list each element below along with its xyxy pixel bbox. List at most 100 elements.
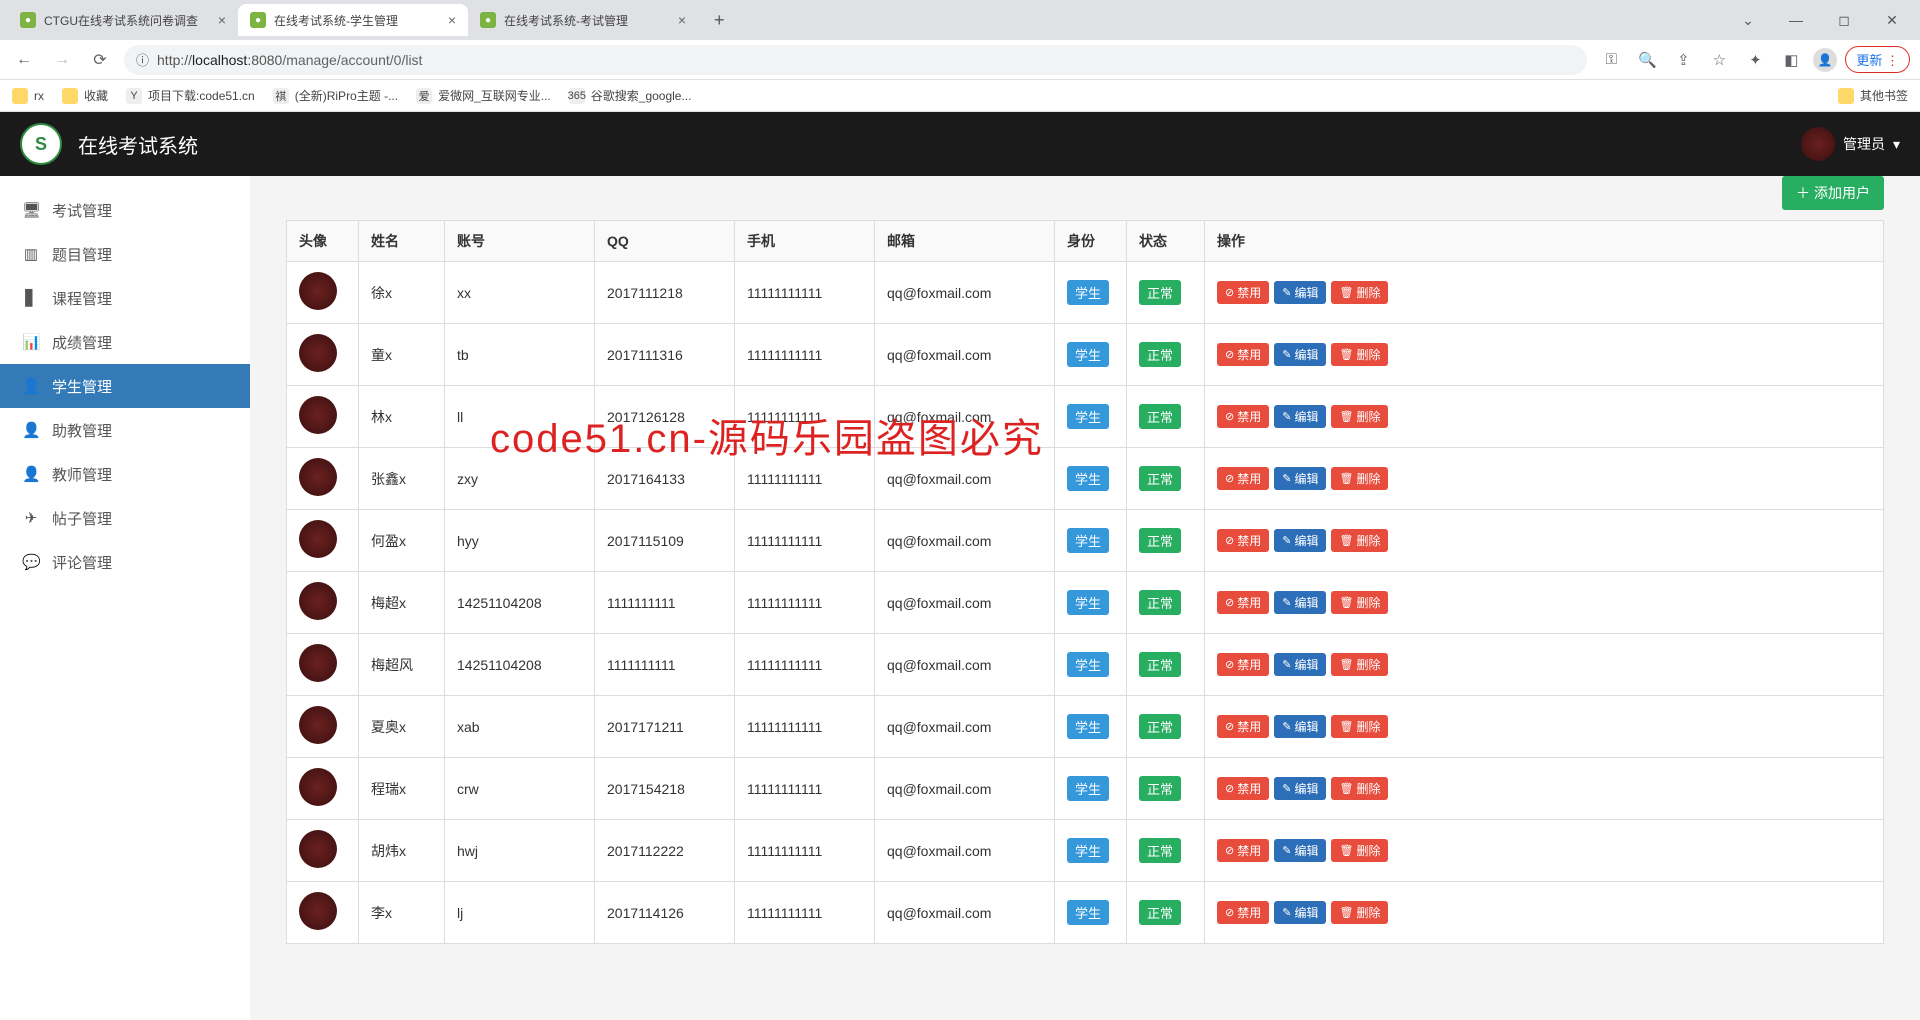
- site-info-icon[interactable]: ⓘ: [136, 50, 149, 69]
- disable-button[interactable]: ⊘禁用: [1217, 529, 1269, 552]
- nav-forward-icon[interactable]: →: [48, 46, 76, 74]
- bookmark-label: 爱微网_互联网专业...: [438, 87, 551, 104]
- edit-button[interactable]: ✎编辑: [1274, 281, 1326, 304]
- delete-button[interactable]: 🗑删除: [1331, 777, 1388, 800]
- browser-tab[interactable]: ● 在线考试系统-学生管理 ×: [238, 4, 468, 36]
- side-panel-icon[interactable]: ◧: [1777, 46, 1805, 74]
- edit-button[interactable]: ✎编辑: [1274, 901, 1326, 924]
- browser-update-button[interactable]: 更新 ⋮: [1845, 46, 1910, 73]
- edit-button[interactable]: ✎编辑: [1274, 653, 1326, 676]
- edit-button[interactable]: ✎编辑: [1274, 405, 1326, 428]
- sidebar-item[interactable]: ✈ 帖子管理: [0, 496, 250, 540]
- cell-ops: ⊘禁用 ✎编辑 🗑删除: [1205, 510, 1884, 572]
- edit-button[interactable]: ✎编辑: [1274, 529, 1326, 552]
- bookmark-star-icon[interactable]: ☆: [1705, 46, 1733, 74]
- cell-phone: 11111111111: [735, 882, 875, 944]
- sidebar-item[interactable]: 👤 教师管理: [0, 452, 250, 496]
- add-user-button[interactable]: ＋添加用户: [1782, 176, 1884, 210]
- tab-close-icon[interactable]: ×: [448, 12, 456, 28]
- cell-avatar: [287, 634, 359, 696]
- share-icon[interactable]: ⇪: [1669, 46, 1697, 74]
- disable-button[interactable]: ⊘禁用: [1217, 281, 1269, 304]
- delete-button[interactable]: 🗑删除: [1331, 839, 1388, 862]
- sidebar-item[interactable]: 👤 学生管理: [0, 364, 250, 408]
- delete-button[interactable]: 🗑删除: [1331, 281, 1388, 304]
- cell-name: 梅超x: [359, 572, 445, 634]
- sidebar-item[interactable]: 🖥 考试管理: [0, 188, 250, 232]
- trash-icon: 🗑: [1339, 906, 1353, 919]
- sidebar-item[interactable]: 💬 评论管理: [0, 540, 250, 584]
- window-close-icon[interactable]: ✕: [1872, 5, 1912, 35]
- url-input[interactable]: ⓘ http://localhost:8080/manage/account/0…: [124, 45, 1587, 75]
- header-user-menu[interactable]: 管理员 ▾: [1801, 127, 1900, 161]
- delete-button[interactable]: 🗑删除: [1331, 901, 1388, 924]
- bookmark-item[interactable]: 爱爱微网_互联网专业...: [416, 87, 551, 104]
- disable-button[interactable]: ⊘禁用: [1217, 343, 1269, 366]
- sidebar-item[interactable]: 👤 助教管理: [0, 408, 250, 452]
- password-key-icon[interactable]: ⚿: [1597, 46, 1625, 74]
- sidebar-item-label: 帖子管理: [52, 508, 112, 529]
- other-bookmarks[interactable]: 其他书签: [1838, 87, 1908, 104]
- sidebar-item-label: 成绩管理: [52, 332, 112, 353]
- disable-button[interactable]: ⊘禁用: [1217, 901, 1269, 924]
- disable-button[interactable]: ⊘禁用: [1217, 839, 1269, 862]
- table-row: 李x lj 2017114126 11111111111 qq@foxmail.…: [287, 882, 1884, 944]
- cell-phone: 11111111111: [735, 572, 875, 634]
- edit-button[interactable]: ✎编辑: [1274, 839, 1326, 862]
- status-badge: 正常: [1139, 590, 1181, 615]
- bookmark-item[interactable]: 收藏: [62, 87, 108, 104]
- cell-qq: 2017115109: [595, 510, 735, 572]
- edit-button[interactable]: ✎编辑: [1274, 591, 1326, 614]
- disable-button[interactable]: ⊘禁用: [1217, 777, 1269, 800]
- disable-button[interactable]: ⊘禁用: [1217, 715, 1269, 738]
- disable-button[interactable]: ⊘禁用: [1217, 653, 1269, 676]
- sidebar-item[interactable]: 📊 成绩管理: [0, 320, 250, 364]
- profile-avatar-icon[interactable]: 👤: [1813, 48, 1837, 72]
- th-name: 姓名: [359, 221, 445, 262]
- edit-button[interactable]: ✎编辑: [1274, 715, 1326, 738]
- cell-role: 学生: [1055, 386, 1127, 448]
- cell-status: 正常: [1127, 324, 1205, 386]
- bookmark-item[interactable]: rx: [12, 87, 44, 104]
- delete-button[interactable]: 🗑删除: [1331, 405, 1388, 428]
- edit-icon: ✎: [1282, 534, 1291, 547]
- browser-tab[interactable]: ● CTGU在线考试系统问卷调查 ×: [8, 4, 238, 36]
- new-tab-button[interactable]: +: [706, 6, 733, 35]
- search-icon[interactable]: 🔍: [1633, 46, 1661, 74]
- nav-back-icon[interactable]: ←: [10, 46, 38, 74]
- delete-button[interactable]: 🗑删除: [1331, 467, 1388, 490]
- students-table: 头像 姓名 账号 QQ 手机 邮箱 身份 状态 操作 徐x xx 2017111…: [286, 220, 1884, 944]
- window-minimize-icon[interactable]: ―: [1776, 5, 1816, 35]
- bookmark-item[interactable]: Y项目下载:code51.cn: [126, 87, 255, 104]
- sidebar-item[interactable]: ▋ 课程管理: [0, 276, 250, 320]
- row-avatar-icon: [299, 830, 337, 868]
- tab-close-icon[interactable]: ×: [678, 12, 686, 28]
- cell-avatar: [287, 386, 359, 448]
- delete-button[interactable]: 🗑删除: [1331, 715, 1388, 738]
- cell-name: 徐x: [359, 262, 445, 324]
- disable-button[interactable]: ⊘禁用: [1217, 467, 1269, 490]
- table-row: 张鑫x zxy 2017164133 11111111111 qq@foxmai…: [287, 448, 1884, 510]
- edit-button[interactable]: ✎编辑: [1274, 777, 1326, 800]
- window-maximize-icon[interactable]: ◻: [1824, 5, 1864, 35]
- browser-tab[interactable]: ● 在线考试系统-考试管理 ×: [468, 4, 698, 36]
- sidebar-item-icon: 💬: [22, 553, 40, 571]
- bookmark-item[interactable]: 祺(全新)RiPro主题 -...: [273, 87, 398, 104]
- delete-button[interactable]: 🗑删除: [1331, 653, 1388, 676]
- edit-button[interactable]: ✎编辑: [1274, 343, 1326, 366]
- disable-button[interactable]: ⊘禁用: [1217, 591, 1269, 614]
- cell-role: 学生: [1055, 758, 1127, 820]
- cell-phone: 11111111111: [735, 634, 875, 696]
- tab-close-icon[interactable]: ×: [218, 12, 226, 28]
- delete-button[interactable]: 🗑删除: [1331, 529, 1388, 552]
- extensions-icon[interactable]: ✦: [1741, 46, 1769, 74]
- sidebar-item[interactable]: ▥ 题目管理: [0, 232, 250, 276]
- edit-button[interactable]: ✎编辑: [1274, 467, 1326, 490]
- bookmark-item[interactable]: 365谷歌搜索_google...: [569, 87, 692, 104]
- delete-button[interactable]: 🗑删除: [1331, 343, 1388, 366]
- window-dropdown-icon[interactable]: ⌄: [1728, 5, 1768, 35]
- delete-button[interactable]: 🗑删除: [1331, 591, 1388, 614]
- nav-reload-icon[interactable]: ⟳: [86, 46, 114, 74]
- disable-button[interactable]: ⊘禁用: [1217, 405, 1269, 428]
- cell-name: 胡炜x: [359, 820, 445, 882]
